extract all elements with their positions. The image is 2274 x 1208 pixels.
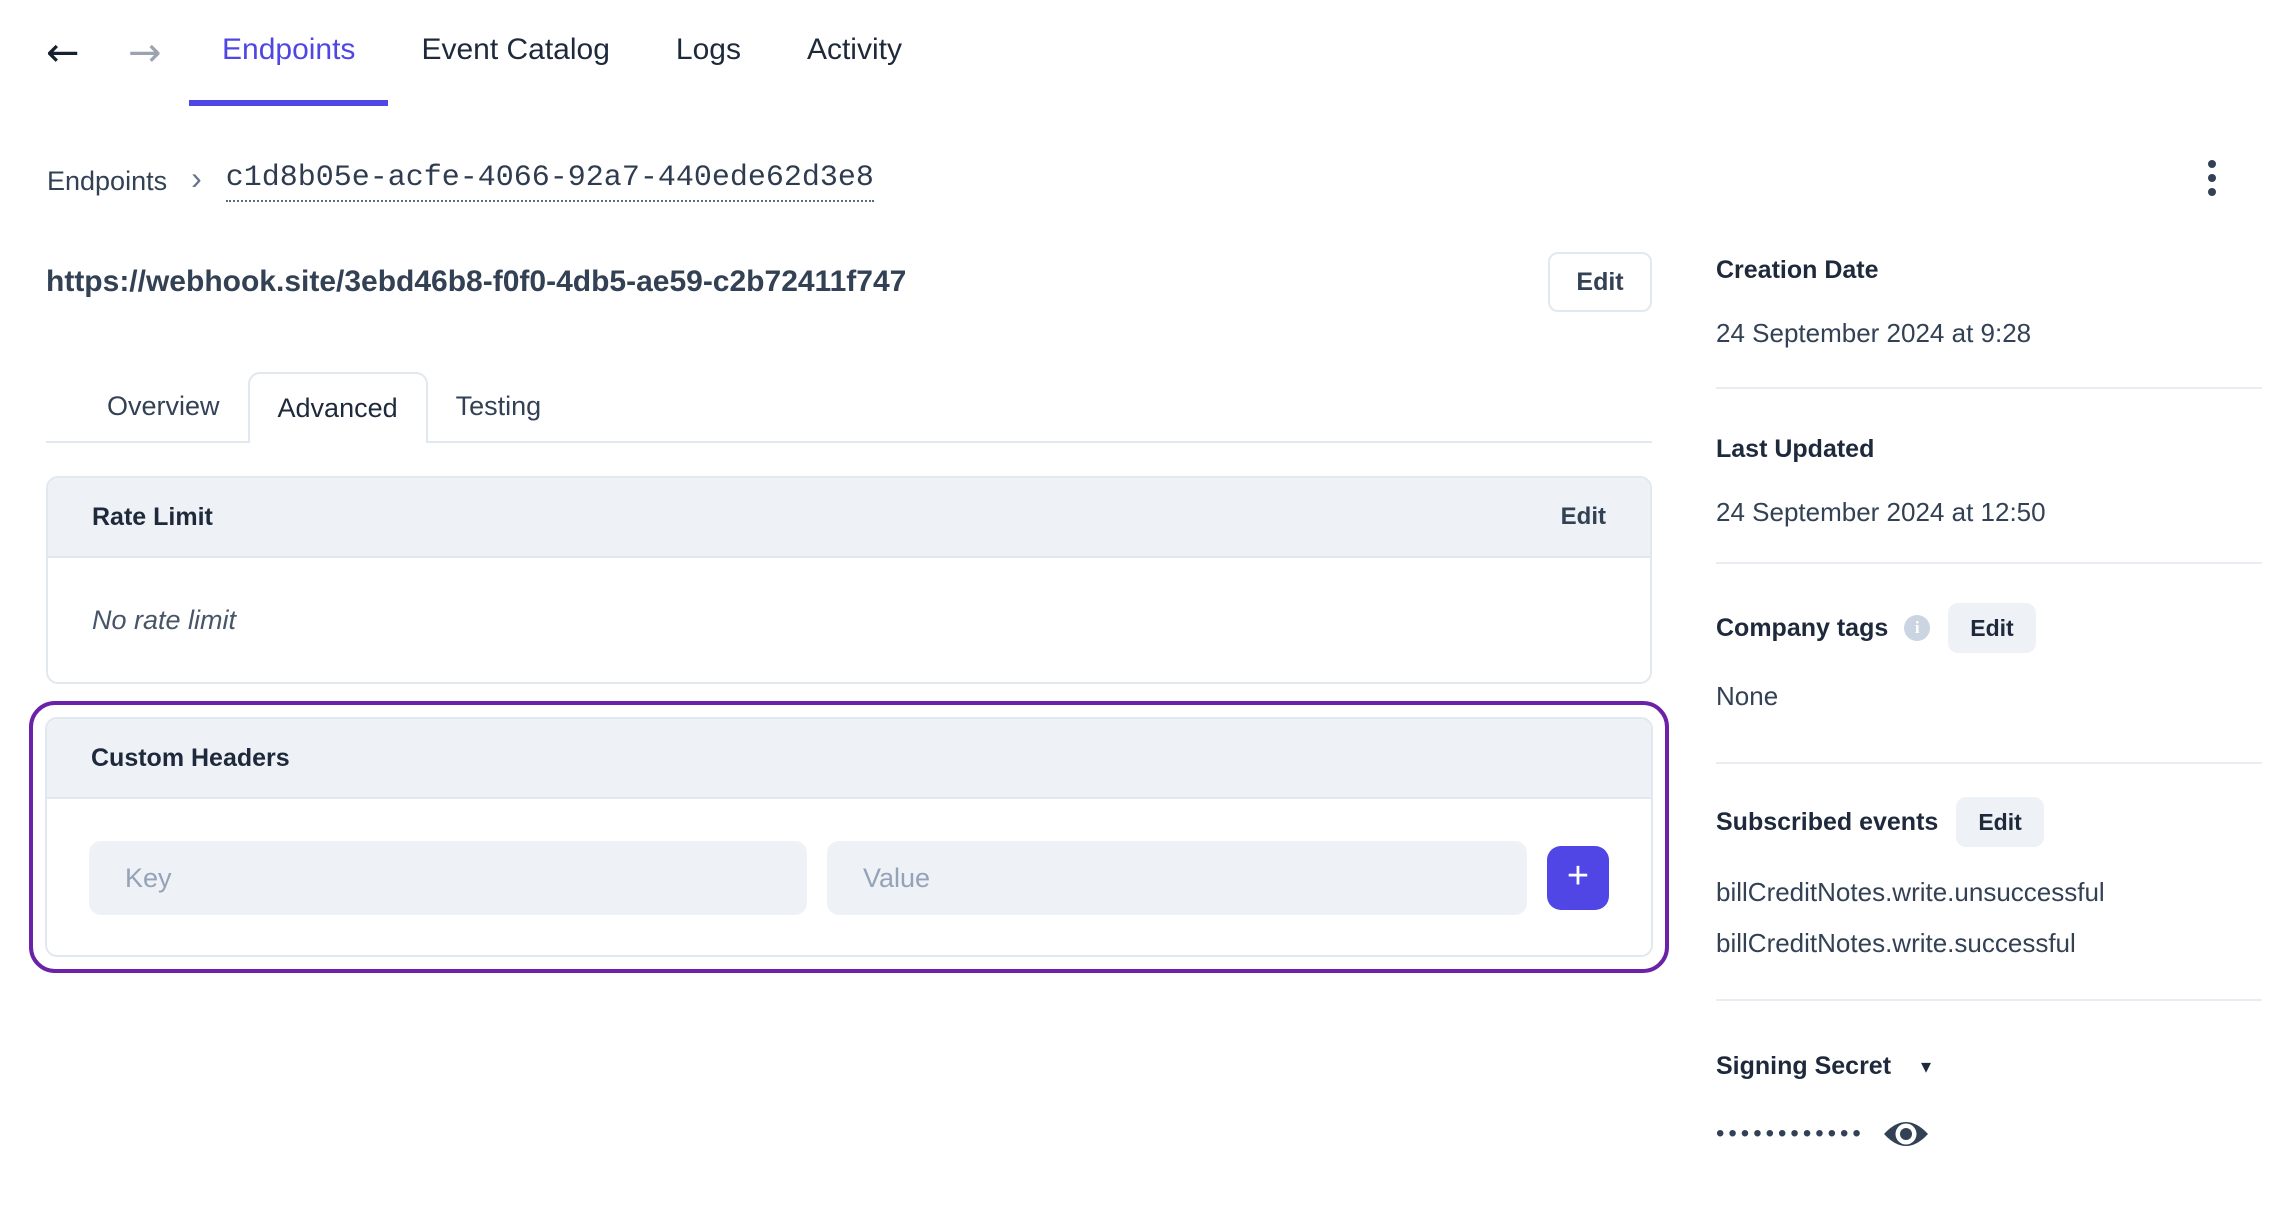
kebab-menu-icon[interactable]: [2190, 148, 2234, 208]
last-updated-label: Last Updated: [1716, 435, 1875, 463]
tab-activity[interactable]: Activity: [774, 0, 935, 106]
header-value-input[interactable]: [827, 841, 1527, 915]
subscribed-event-item: billCreditNotes.write.unsuccessful: [1716, 877, 2105, 907]
tab-advanced[interactable]: Advanced: [247, 372, 428, 443]
divider: [1716, 562, 2262, 564]
endpoint-sub-tabs: Overview Advanced Testing: [46, 372, 1652, 443]
rate-limit-header: Rate Limit Edit: [48, 478, 1650, 558]
chevron-right-icon: ›: [191, 160, 202, 196]
divider: [1716, 999, 2262, 1001]
primary-tabs: Endpoints Event Catalog Logs Activity: [189, 0, 935, 106]
last-updated-value: 24 September 2024 at 12:50: [1716, 497, 2046, 527]
creation-date-value: 24 September 2024 at 9:28: [1716, 318, 2032, 348]
rate-limit-card: Rate Limit Edit No rate limit: [46, 476, 1652, 684]
info-icon[interactable]: i: [1904, 615, 1931, 641]
subscribed-event-item: billCreditNotes.write.successful: [1716, 928, 2076, 958]
subscribed-events-label: Subscribed events: [1716, 807, 1939, 836]
breadcrumb: Endpoints › c1d8b05e-acfe-4066-92a7-440e…: [47, 152, 874, 210]
tab-endpoints[interactable]: Endpoints: [189, 0, 389, 106]
signing-secret-row[interactable]: Signing Secret ▾: [1716, 1048, 2262, 1084]
endpoint-meta-sidebar: Creation Date 24 September 2024 at 9:28 …: [1716, 240, 2262, 1152]
tab-testing[interactable]: Testing: [428, 372, 570, 441]
tab-event-catalog[interactable]: Event Catalog: [388, 0, 642, 106]
endpoint-url: https://webhook.site/3ebd46b8-f0f0-4db5-…: [46, 265, 907, 298]
custom-headers-title: Custom Headers: [91, 743, 290, 772]
company-tags-value: None: [1716, 681, 1779, 711]
custom-headers-header: Custom Headers: [47, 719, 1651, 799]
back-arrow-icon[interactable]: ←: [46, 0, 80, 106]
subscribed-events-row: Subscribed events Edit: [1716, 796, 2262, 848]
reveal-secret-button[interactable]: [1881, 1117, 1931, 1151]
rate-limit-title: Rate Limit: [92, 502, 213, 531]
endpoint-detail-panel: https://webhook.site/3ebd46b8-f0f0-4db5-…: [29, 240, 1669, 973]
add-header-button[interactable]: +: [1547, 846, 1609, 910]
tab-overview[interactable]: Overview: [79, 372, 248, 441]
masked-secret-value: ••••••••••••: [1716, 1120, 1865, 1147]
eye-icon: [1883, 1122, 1928, 1146]
edit-subscribed-events-button[interactable]: Edit: [1956, 797, 2044, 847]
custom-headers-highlight-ring: Custom Headers +: [29, 701, 1669, 973]
company-tags-label: Company tags: [1716, 613, 1889, 642]
custom-headers-body: +: [47, 799, 1651, 955]
rate-limit-body: No rate limit: [48, 558, 1650, 682]
creation-date-label: Creation Date: [1716, 256, 1879, 284]
forward-arrow-icon[interactable]: →: [128, 0, 162, 106]
breadcrumb-endpoints-link[interactable]: Endpoints: [47, 166, 167, 197]
custom-headers-card: Custom Headers +: [45, 717, 1653, 957]
breadcrumb-endpoint-id[interactable]: c1d8b05e-acfe-4066-92a7-440ede62d3e8: [225, 161, 874, 202]
edit-url-button[interactable]: Edit: [1548, 252, 1652, 312]
company-tags-row: Company tags i Edit: [1716, 602, 2262, 654]
signing-secret-label: Signing Secret: [1716, 1051, 1892, 1080]
endpoint-url-row: https://webhook.site/3ebd46b8-f0f0-4db5-…: [46, 250, 1652, 314]
edit-company-tags-button[interactable]: Edit: [1948, 603, 2036, 653]
divider: [1716, 387, 2262, 389]
tab-logs[interactable]: Logs: [643, 0, 774, 106]
edit-rate-limit-button[interactable]: Edit: [1561, 503, 1606, 531]
signing-secret-value-row: ••••••••••••: [1716, 1116, 2262, 1152]
divider: [1716, 762, 2262, 764]
caret-down-icon[interactable]: ▾: [1921, 1054, 1931, 1079]
header-key-input[interactable]: [89, 841, 807, 915]
rate-limit-empty-text: No rate limit: [92, 604, 237, 635]
top-navigation: ← → Endpoints Event Catalog Logs Activit…: [0, 0, 2274, 106]
plus-icon: +: [1566, 855, 1590, 897]
